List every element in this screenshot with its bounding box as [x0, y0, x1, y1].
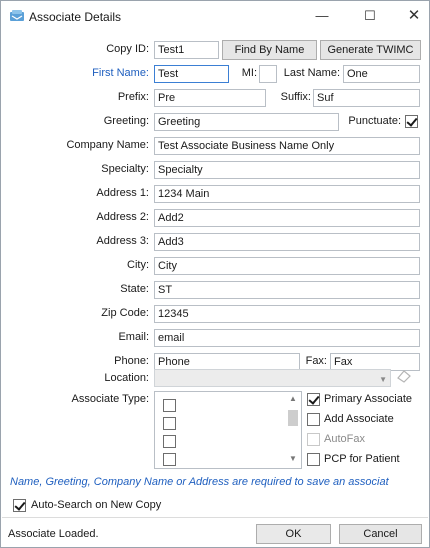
associate-details-window: Associate Details — ☐ ✕ Copy ID: Test1 F… [0, 0, 430, 548]
address-2-label: Address 2: [96, 211, 149, 223]
address-3-label: Address 3: [96, 235, 149, 247]
last-name-label: Last Name: [283, 67, 340, 79]
primary-associate-label: Primary Associate [324, 393, 413, 405]
auto-search-label: Auto-Search on New Copy [31, 499, 162, 511]
suffix-label: Suffix: [280, 91, 311, 103]
list-item-checkbox[interactable] [163, 435, 176, 448]
location-label: Location: [104, 372, 149, 384]
first-name-label: First Name: [92, 67, 149, 79]
location-dropdown[interactable]: ▼ [154, 369, 391, 387]
associate-type-listbox[interactable]: ▲ ▼ [154, 391, 302, 469]
company-name-label: Company Name: [66, 139, 149, 151]
address-3-field[interactable]: Add3 [154, 233, 420, 251]
address-2-field[interactable]: Add2 [154, 209, 420, 227]
status-divider [2, 517, 428, 518]
email-label: Email: [118, 331, 149, 343]
zip-code-field[interactable]: 12345 [154, 305, 420, 323]
specialty-field[interactable]: Specialty [154, 161, 420, 179]
primary-associate-checkbox[interactable] [307, 393, 320, 406]
punctuate-label: Punctuate: [348, 115, 401, 127]
chevron-down-icon: ▼ [379, 375, 387, 384]
prefix-field[interactable]: Pre [154, 89, 266, 107]
suffix-field[interactable]: Suf [313, 89, 420, 107]
list-item-checkbox[interactable] [163, 399, 176, 412]
phone-label: Phone: [114, 355, 149, 367]
app-icon [10, 10, 24, 21]
address-1-label: Address 1: [96, 187, 149, 199]
company-name-field[interactable]: Test Associate Business Name Only [154, 137, 420, 155]
list-item-checkbox[interactable] [163, 453, 176, 466]
autofax-label: AutoFax [324, 433, 365, 445]
scroll-down-icon[interactable]: ▼ [286, 454, 300, 466]
generate-twimc-button[interactable]: Generate TWIMC [320, 40, 421, 60]
required-fields-notice: Name, Greeting, Company Name or Address … [10, 476, 389, 488]
first-name-field[interactable]: Test [154, 65, 229, 83]
last-name-field[interactable]: One [343, 65, 420, 83]
prefix-label: Prefix: [117, 91, 149, 103]
add-associate-label: Add Associate [324, 413, 394, 425]
associate-type-label: Associate Type: [71, 393, 149, 405]
state-label: State: [120, 283, 149, 295]
mi-field[interactable] [259, 65, 277, 83]
close-button[interactable]: ✕ [399, 5, 429, 27]
city-field[interactable]: City [154, 257, 420, 275]
autofax-checkbox[interactable] [307, 433, 320, 446]
pcp-for-patient-label: PCP for Patient [324, 453, 400, 465]
status-text: Associate Loaded. [8, 528, 99, 540]
ok-button[interactable]: OK [256, 524, 331, 544]
add-associate-checkbox[interactable] [307, 413, 320, 426]
window-title: Associate Details [29, 10, 122, 24]
greeting-field[interactable]: Greeting [154, 113, 339, 131]
maximize-button[interactable]: ☐ [355, 5, 385, 27]
specialty-label: Specialty: [101, 163, 149, 175]
punctuate-checkbox[interactable] [405, 115, 418, 128]
find-by-name-button[interactable]: Find By Name [222, 40, 317, 60]
scrollbar-thumb[interactable] [288, 410, 298, 426]
email-field[interactable]: email [154, 329, 420, 347]
minimize-button[interactable]: — [307, 5, 337, 27]
greeting-label: Greeting: [103, 115, 149, 127]
eraser-icon[interactable] [396, 369, 412, 383]
pcp-for-patient-checkbox[interactable] [307, 453, 320, 466]
cancel-button[interactable]: Cancel [339, 524, 422, 544]
state-field[interactable]: ST [154, 281, 420, 299]
address-1-field[interactable]: 1234 Main [154, 185, 420, 203]
copy-id-field[interactable]: Test1 [154, 41, 219, 59]
fax-label: Fax: [305, 355, 327, 367]
title-bar: Associate Details — ☐ ✕ [1, 1, 429, 31]
mi-label: MI: [241, 67, 257, 79]
list-item-checkbox[interactable] [163, 417, 176, 430]
auto-search-checkbox[interactable] [13, 499, 26, 512]
copy-id-label: Copy ID: [106, 43, 149, 55]
scroll-up-icon[interactable]: ▲ [286, 394, 300, 406]
zip-code-label: Zip Code: [101, 307, 149, 319]
city-label: City: [127, 259, 149, 271]
